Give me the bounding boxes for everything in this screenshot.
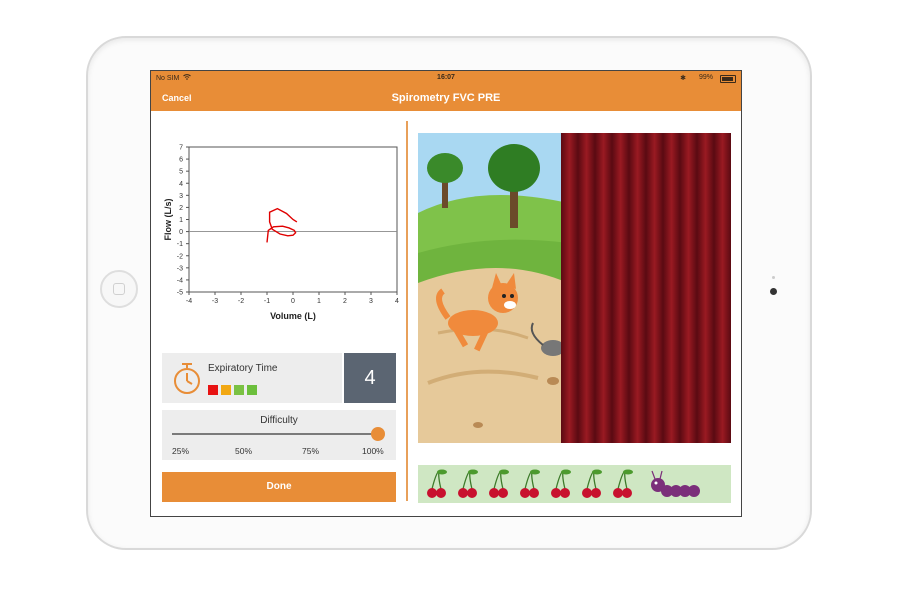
y-tick-label: 2 (179, 205, 183, 212)
x-tick-label: -1 (264, 298, 270, 305)
y-tick-label: 4 (179, 181, 183, 188)
tick-label: 100% (362, 446, 384, 456)
x-tick-label: 4 (395, 298, 399, 305)
difficulty-label: Difficulty (260, 415, 298, 426)
battery-percent: 99% (698, 74, 713, 81)
y-tick-label: 3 (179, 193, 183, 200)
stopwatch-icon (174, 363, 200, 394)
app-screen: No SIM 16:07 ✱ 99% Cancel Spirometry FVC… (150, 70, 742, 517)
indicator-green (247, 385, 257, 395)
y-tick-label: 7 (179, 145, 183, 152)
cherry-row (427, 469, 700, 498)
x-axis-label: Volume (L) (270, 311, 316, 321)
y-tick-label: 1 (179, 217, 183, 224)
y-tick-label: -2 (177, 253, 183, 260)
indicator-orange (221, 385, 231, 395)
slider-fill (172, 433, 378, 435)
slider-thumb[interactable] (371, 427, 385, 441)
x-tick-label: 3 (369, 298, 373, 305)
x-tick-label: 0 (291, 298, 295, 305)
y-tick-label: -5 (177, 290, 183, 297)
tick-label: 75% (302, 446, 320, 456)
front-camera (770, 288, 777, 295)
scene-illustration (418, 133, 731, 443)
difficulty-card: Difficulty 25% 50% 75% 100% (162, 410, 396, 460)
y-tick-label: 0 (179, 229, 183, 236)
cherry-icon (582, 469, 602, 498)
chart-svg: 76543210-1-2-3-4-5-4 -3 -2 -1 0 1 2 3 4Volume (L… (163, 145, 399, 322)
expiratory-indicators (208, 382, 260, 400)
red-curtain (561, 133, 731, 443)
status-bar: No SIM 16:07 ✱ 99% (151, 71, 741, 86)
nav-bar: Cancel Spirometry FVC PRE (151, 86, 741, 111)
home-button[interactable] (100, 270, 138, 308)
y-tick-label: -3 (177, 265, 183, 272)
y-tick-label: 6 (179, 157, 183, 164)
cherry-progress-bar (418, 465, 731, 503)
y-tick-label: 5 (179, 169, 183, 176)
tick-label: 50% (235, 446, 253, 456)
cherry-icon (427, 469, 447, 498)
bluetooth-icon: ✱ (680, 75, 686, 82)
page-title: Spirometry FVC PRE (391, 92, 501, 104)
indicator-red (208, 385, 218, 395)
battery-icon (720, 75, 736, 83)
difficulty-slider[interactable] (172, 427, 385, 441)
y-axis-label: Flow (L/s) (163, 199, 173, 241)
x-tick-label: 2 (343, 298, 347, 305)
done-button[interactable]: Done (162, 472, 396, 502)
clock-time: 16:07 (437, 74, 455, 81)
expiratory-time-card: Expiratory Time (162, 353, 342, 403)
flow-volume-chart: 7 6 5 4 3 2 1 0 -1 -2 -3 -4 -5 -4 -3 -2 -1 0 1 2 3 4 Volume (L… (159, 137, 407, 327)
caterpillar-icon (651, 470, 700, 497)
expiratory-count: 4 (344, 353, 396, 403)
x-tick-label: -4 (186, 298, 192, 305)
y-tick-label: -4 (177, 277, 183, 284)
x-tick-label: -2 (238, 298, 244, 305)
cherry-icon (613, 469, 633, 498)
expiratory-time-label: Expiratory Time (208, 363, 278, 374)
x-tick-label: -3 (212, 298, 218, 305)
cherry-icon (489, 469, 509, 498)
y-tick-label: -1 (177, 241, 183, 248)
sensor (772, 276, 775, 279)
cherry-icon (458, 469, 478, 498)
x-tick-label: 1 (317, 298, 321, 305)
cherry-icon (520, 469, 540, 498)
cherry-icon (551, 469, 571, 498)
game-scene (418, 133, 731, 443)
tick-label: 25% (172, 446, 190, 456)
indicator-green (234, 385, 244, 395)
